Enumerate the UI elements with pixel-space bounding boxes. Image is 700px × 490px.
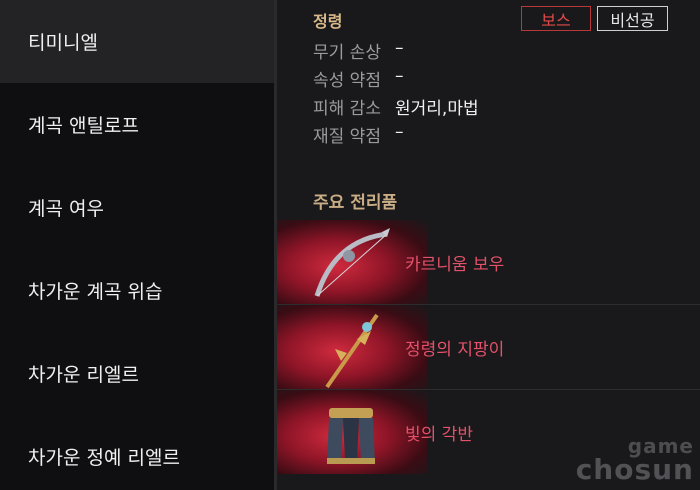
sidebar-item-valley-antelope[interactable]: 계곡 앤틸로프	[0, 83, 274, 166]
loot-item-name: 카르니움 보우	[405, 255, 505, 275]
attribute-label: 무기 손상	[313, 43, 381, 63]
sidebar-item-label: 차가운 계곡 위습	[28, 281, 163, 303]
sidebar-item-cold-elite-rielle[interactable]: 차가운 정예 리엘르	[0, 415, 274, 490]
monster-list-sidebar: 티미니엘 계곡 앤틸로프 계곡 여우 차가운 계곡 위습 차가운 리엘르 차가운…	[0, 0, 274, 490]
attribute-value: –	[395, 38, 404, 58]
monster-detail-panel: 정령 보스 비선공 무기 손상 – 속성 약점 – 피해 감소 원거리,마법 재…	[277, 0, 700, 490]
staff-icon	[325, 313, 379, 389]
boss-badge: 보스	[521, 6, 591, 31]
sidebar-item-label: 티미니엘	[28, 32, 98, 54]
sidebar-item-timiniel[interactable]: 티미니엘	[0, 0, 274, 83]
sidebar-item-label: 계곡 여우	[28, 198, 104, 220]
sidebar-item-cold-valley-wisp[interactable]: 차가운 계곡 위습	[0, 249, 274, 332]
loot-item-carnium-bow[interactable]: 카르니움 보우	[277, 220, 700, 304]
attribute-row-weapon-damage: 무기 손상 –	[313, 38, 404, 63]
sidebar-item-label: 계곡 앤틸로프	[28, 115, 139, 137]
attribute-label: 재질 약점	[313, 127, 381, 147]
attribute-row-element-weakness: 속성 약점 –	[313, 66, 404, 91]
bow-icon	[314, 228, 390, 297]
loot-item-name: 빛의 각반	[405, 425, 473, 445]
sidebar-item-label: 차가운 정예 리엘르	[28, 447, 180, 469]
sidebar-item-valley-fox[interactable]: 계곡 여우	[0, 166, 274, 249]
attribute-label: 피해 감소	[313, 99, 381, 119]
watermark-line-2: chosun	[575, 453, 694, 486]
greaves-icon	[327, 408, 375, 464]
attribute-row-material-weakness: 재질 약점 –	[313, 122, 404, 147]
sidebar-item-cold-rielle[interactable]: 차가운 리엘르	[0, 332, 274, 415]
attribute-value: –	[395, 66, 404, 86]
loot-item-spirit-staff[interactable]: 정령의 지팡이	[277, 305, 700, 389]
attribute-label: 속성 약점	[313, 71, 381, 91]
sidebar-item-label: 차가운 리엘르	[28, 364, 139, 386]
main-loot-title: 주요 전리품	[313, 193, 398, 213]
attribute-value: 원거리,마법	[395, 99, 479, 119]
attribute-row-damage-reduction: 피해 감소 원거리,마법	[313, 94, 479, 119]
monster-type: 정령	[313, 12, 343, 31]
gamechosun-watermark: game chosun	[576, 436, 694, 484]
attribute-value: –	[395, 122, 404, 142]
loot-item-name: 정령의 지팡이	[405, 340, 505, 360]
non-aggressive-badge: 비선공	[597, 6, 668, 31]
